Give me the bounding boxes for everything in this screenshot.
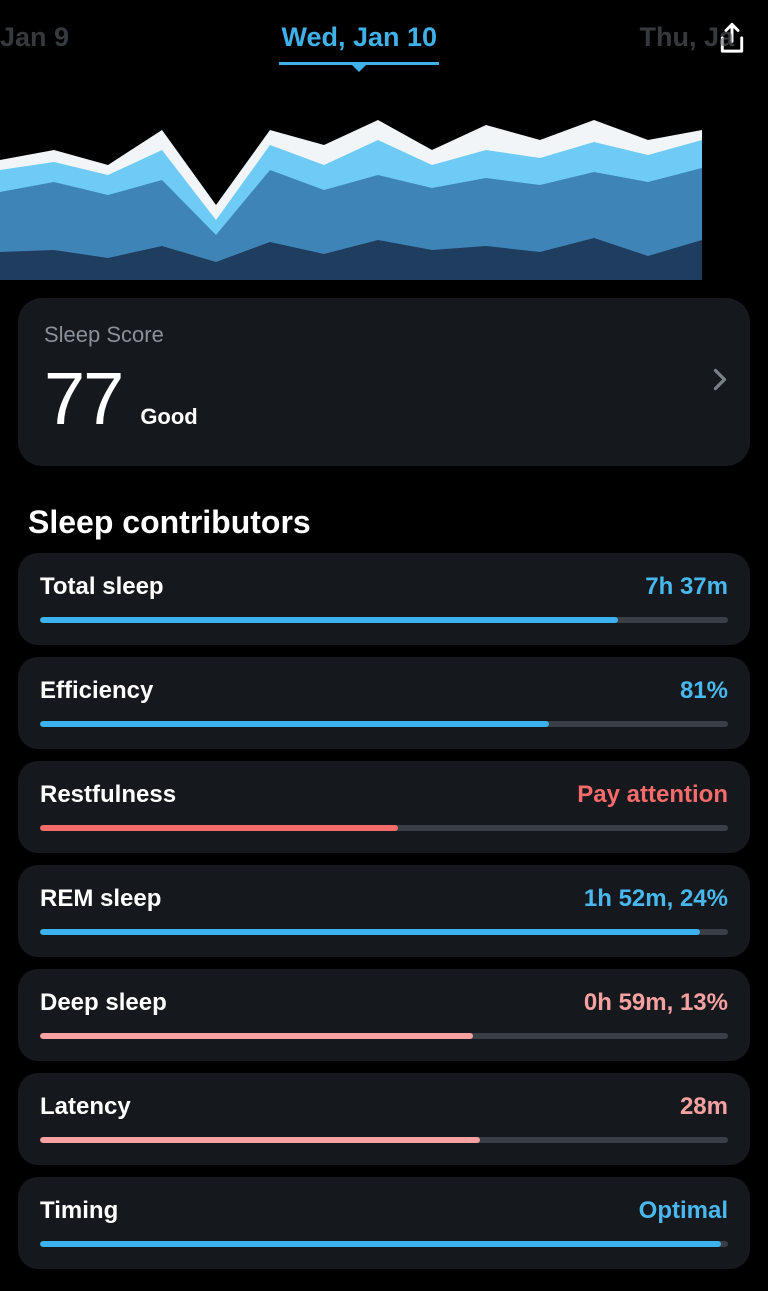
contributor-value: Pay attention <box>577 781 728 809</box>
contributor-row[interactable]: Latency 28m <box>18 1073 750 1165</box>
header-bar: e, Jan 9 Wed, Jan 10 Thu, Ja <box>0 0 768 70</box>
contributor-value: Optimal <box>639 1197 728 1225</box>
progress-fill <box>40 929 700 935</box>
progress-track <box>40 721 728 727</box>
contributor-name: Timing <box>40 1197 118 1225</box>
progress-fill <box>40 617 618 623</box>
contributor-value: 81% <box>680 677 728 705</box>
contributor-row[interactable]: Efficiency 81% <box>18 657 750 749</box>
date-tab-next[interactable]: Thu, Ja <box>629 22 744 65</box>
progress-track <box>40 1241 728 1247</box>
contributor-row[interactable]: Restfulness Pay attention <box>18 761 750 853</box>
contributor-value: 28m <box>680 1093 728 1121</box>
contributor-row[interactable]: Deep sleep 0h 59m, 13% <box>18 969 750 1061</box>
score-label: Good <box>140 404 197 430</box>
date-tabs: e, Jan 9 Wed, Jan 10 Thu, Ja <box>0 22 714 65</box>
contributor-row[interactable]: Timing Optimal <box>18 1177 750 1269</box>
progress-fill <box>40 721 549 727</box>
date-tab-prev[interactable]: e, Jan 9 <box>0 22 79 65</box>
progress-track <box>40 825 728 831</box>
score-title: Sleep Score <box>44 322 724 348</box>
contributor-row[interactable]: REM sleep 1h 52m, 24% <box>18 865 750 957</box>
contributor-value: 1h 52m, 24% <box>584 885 728 913</box>
progress-fill <box>40 1241 721 1247</box>
progress-track <box>40 617 728 623</box>
contributor-name: Latency <box>40 1093 131 1121</box>
contributor-name: REM sleep <box>40 885 161 913</box>
contributor-name: Efficiency <box>40 677 153 705</box>
progress-track <box>40 1033 728 1039</box>
contributor-value: 0h 59m, 13% <box>584 989 728 1017</box>
sleep-score-card[interactable]: Sleep Score 77 Good <box>18 298 750 466</box>
contributors-list: Total sleep 7h 37m Efficiency 81% Restfulnes… <box>0 553 768 1269</box>
chevron-right-icon <box>712 368 728 397</box>
progress-fill <box>40 1033 473 1039</box>
contributor-name: Total sleep <box>40 573 164 601</box>
contributor-row[interactable]: Total sleep 7h 37m <box>18 553 750 645</box>
contributors-heading: Sleep contributors <box>28 504 740 541</box>
contributor-name: Deep sleep <box>40 989 167 1017</box>
sleep-trend-chart <box>0 80 768 280</box>
progress-track <box>40 929 728 935</box>
progress-fill <box>40 825 398 831</box>
score-value: 77 <box>44 362 122 436</box>
contributor-name: Restfulness <box>40 781 176 809</box>
progress-track <box>40 1137 728 1143</box>
date-tab-current[interactable]: Wed, Jan 10 <box>271 22 447 65</box>
contributor-value: 7h 37m <box>645 573 728 601</box>
progress-fill <box>40 1137 480 1143</box>
